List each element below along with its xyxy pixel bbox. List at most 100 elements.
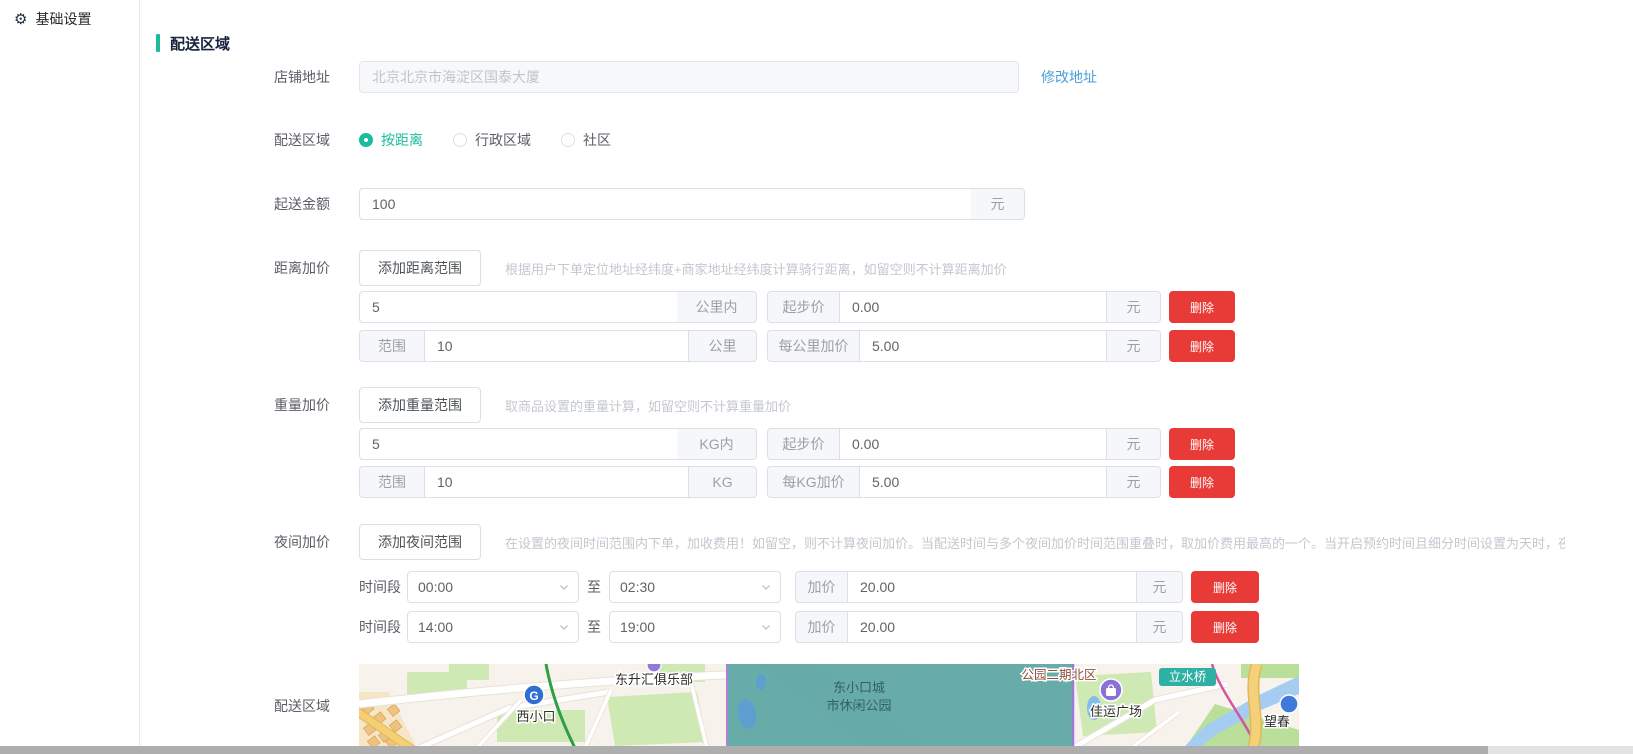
unit-kg-within: KG内 xyxy=(677,428,757,460)
weight-range-input[interactable] xyxy=(424,466,689,498)
distance-range-group: 范围 公里 xyxy=(359,330,757,362)
night2-markup-input[interactable] xyxy=(847,611,1137,643)
night-row-1: 时间段 00:00 至 02:30 加价 元 删除 xyxy=(141,571,1633,603)
min-amount-input[interactable] xyxy=(359,188,971,220)
unit-yuan: 元 xyxy=(1137,611,1183,643)
distance-within-input[interactable] xyxy=(359,291,677,323)
unit-yuan: 元 xyxy=(1107,291,1161,323)
delete-night-row2-button[interactable]: 删除 xyxy=(1191,611,1259,643)
store-address-input[interactable] xyxy=(359,61,1019,93)
night1-markup-input[interactable] xyxy=(847,571,1137,603)
sidebar: ⚙ 基础设置 xyxy=(0,0,140,746)
unit-km: 公里 xyxy=(689,330,757,362)
night1-start-select[interactable]: 00:00 xyxy=(407,571,579,603)
per-km-price-input[interactable] xyxy=(859,330,1107,362)
poi-icon xyxy=(1280,695,1298,713)
min-amount-group: 元 xyxy=(359,188,1025,220)
horizontal-scrollbar xyxy=(0,746,1633,754)
add-weight-range-button[interactable]: 添加重量范围 xyxy=(359,387,481,423)
sidebar-item-basic-settings[interactable]: ⚙ 基础设置 xyxy=(0,0,139,38)
subway-logo-letter: G xyxy=(529,689,538,703)
delete-weight-row2-button[interactable]: 删除 xyxy=(1169,466,1235,498)
section-header: 配送区域 xyxy=(156,33,1633,53)
area-type-label: 配送区域 xyxy=(141,130,359,150)
delete-night-row1-button[interactable]: 删除 xyxy=(1191,571,1259,603)
club-poi-icon xyxy=(647,664,661,672)
unit-yuan: 元 xyxy=(971,188,1025,220)
per-km-prepend: 每公里加价 xyxy=(767,330,859,362)
map-label-edge: 望春 xyxy=(1264,714,1290,729)
radio-dot-icon xyxy=(359,133,373,147)
radio-label: 社区 xyxy=(583,130,611,150)
per-km-price-group: 每公里加价 元 xyxy=(767,330,1161,362)
time-range-label: 时间段 xyxy=(359,617,401,637)
radio-dot-icon xyxy=(453,133,467,147)
weight-header-row: 重量加价 添加重量范围 取商品设置的重量计算，如留空则不计算重量加价 xyxy=(141,387,1633,423)
select-value: 00:00 xyxy=(418,579,453,595)
distance-base-price-input[interactable] xyxy=(839,291,1107,323)
markup-prepend: 加价 xyxy=(795,571,847,603)
map-canvas: 东升汇俱乐部 G 西小口 东小口城 市休闲公园 公园二期北区 立水桥 佳运广场 … xyxy=(359,664,1299,746)
distance-row-1: 公里内 起步价 元 删除 xyxy=(141,291,1633,323)
unit-yuan: 元 xyxy=(1137,571,1183,603)
horizontal-scrollbar-thumb[interactable] xyxy=(0,746,1488,754)
delivery-map-label: 配送区域 xyxy=(141,696,359,716)
map-label-district: 公园二期北区 xyxy=(1021,668,1096,682)
time-range-label: 时间段 xyxy=(359,577,401,597)
to-label: 至 xyxy=(587,617,601,637)
map-label-xixiaokou: 西小口 xyxy=(516,709,555,724)
unit-yuan: 元 xyxy=(1107,466,1161,498)
chevron-down-icon xyxy=(558,581,570,593)
distance-row-2: 范围 公里 每公里加价 元 删除 xyxy=(141,330,1633,362)
select-value: 14:00 xyxy=(418,619,453,635)
per-kg-price-group: 每KG加价 元 xyxy=(767,466,1161,498)
store-address-label: 店铺地址 xyxy=(141,67,359,87)
night-label: 夜间加价 xyxy=(141,532,359,552)
weight-within-input[interactable] xyxy=(359,428,677,460)
distance-hint: 根据用户下单定位地址经纬度+商家地址经纬度计算骑行距离，如留空则不计算距离加价 xyxy=(505,259,1007,278)
per-kg-price-input[interactable] xyxy=(859,466,1107,498)
radio-label: 行政区域 xyxy=(475,130,531,150)
to-label: 至 xyxy=(587,577,601,597)
delete-distance-row1-button[interactable]: 删除 xyxy=(1169,291,1235,323)
weight-label: 重量加价 xyxy=(141,395,359,415)
base-price-prepend: 起步价 xyxy=(767,428,839,460)
add-distance-range-button[interactable]: 添加距离范围 xyxy=(359,250,481,286)
distance-header-row: 距离加价 添加距离范围 根据用户下单定位地址经纬度+商家地址经纬度计算骑行距离，… xyxy=(141,250,1633,286)
weight-base-price-input[interactable] xyxy=(839,428,1107,460)
modify-address-link[interactable]: 修改地址 xyxy=(1041,67,1097,87)
weight-row-1: KG内 起步价 元 删除 xyxy=(141,428,1633,460)
per-kg-prepend: 每KG加价 xyxy=(767,466,859,498)
min-amount-label: 起送金额 xyxy=(141,194,359,214)
add-night-range-button[interactable]: 添加夜间范围 xyxy=(359,524,481,560)
map-label-plaza: 佳运广场 xyxy=(1090,704,1142,719)
radio-by-distance[interactable]: 按距离 xyxy=(359,130,423,150)
radio-community[interactable]: 社区 xyxy=(561,130,611,150)
delete-distance-row2-button[interactable]: 删除 xyxy=(1169,330,1235,362)
range-prepend: 范围 xyxy=(359,466,424,498)
distance-base-price-group: 起步价 元 xyxy=(767,291,1161,323)
store-address-row: 店铺地址 修改地址 xyxy=(141,61,1633,93)
delete-weight-row1-button[interactable]: 删除 xyxy=(1169,428,1235,460)
night1-end-select[interactable]: 02:30 xyxy=(609,571,781,603)
area-type-row: 配送区域 按距离 行政区域 社区 xyxy=(141,130,1633,150)
unit-yuan: 元 xyxy=(1107,428,1161,460)
chevron-down-icon xyxy=(760,581,772,593)
night2-end-select[interactable]: 19:00 xyxy=(609,611,781,643)
distance-range-input[interactable] xyxy=(424,330,689,362)
night-header-row: 夜间加价 添加夜间范围 在设置的夜间时间范围内下单，加收费用！如留空，则不计算夜… xyxy=(141,524,1633,560)
chevron-down-icon xyxy=(760,621,772,633)
night2-start-select[interactable]: 14:00 xyxy=(407,611,579,643)
weight-row-2: 范围 KG 每KG加价 元 删除 xyxy=(141,466,1633,498)
night1-markup-group: 加价 元 xyxy=(795,571,1183,603)
distance-label: 距离加价 xyxy=(141,258,359,278)
sidebar-item-label: 基础设置 xyxy=(35,9,91,29)
delivery-map-row: 配送区域 xyxy=(141,664,1633,746)
radio-admin-region[interactable]: 行政区域 xyxy=(453,130,531,150)
main-content: 配送区域 店铺地址 修改地址 配送区域 按距离 行政区域 社区 起送金额 元 距… xyxy=(141,0,1633,746)
weight-within-group: KG内 xyxy=(359,428,757,460)
base-price-prepend: 起步价 xyxy=(767,291,839,323)
delivery-area-map[interactable]: 东升汇俱乐部 G 西小口 东小口城 市休闲公园 公园二期北区 立水桥 佳运广场 … xyxy=(359,664,1299,746)
select-value: 19:00 xyxy=(620,619,655,635)
night-row-2: 时间段 14:00 至 19:00 加价 元 删除 xyxy=(141,611,1633,643)
